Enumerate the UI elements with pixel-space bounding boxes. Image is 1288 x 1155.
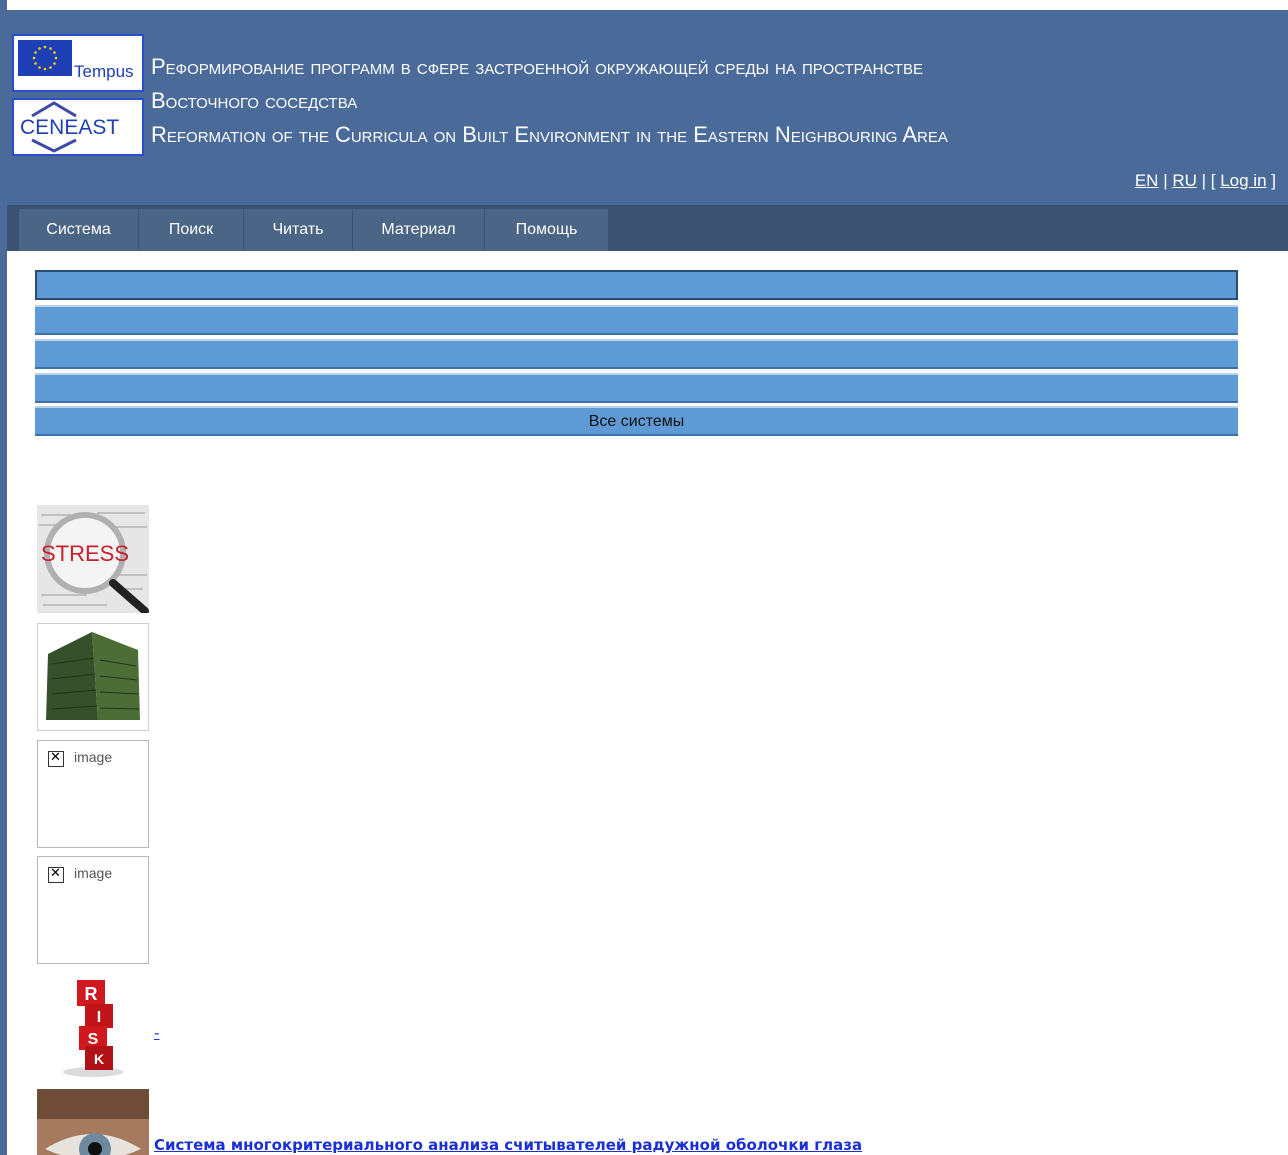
svg-text:R: R: [85, 984, 98, 1004]
lang-ru-link[interactable]: RU: [1172, 171, 1197, 190]
site-header: Tempus CENEAST Реформирование программ в…: [7, 10, 1288, 205]
nav-item-help[interactable]: Помощь: [485, 209, 608, 251]
svg-text:I: I: [97, 1009, 101, 1026]
tempus-label: Tempus: [74, 62, 134, 81]
nav-item-read[interactable]: Читать: [244, 209, 352, 251]
filter-bar-all-systems[interactable]: Все системы: [35, 406, 1238, 436]
broken-image-icon: [48, 750, 64, 767]
nav-item-system[interactable]: Система: [19, 209, 138, 251]
svg-text:STRESS: STRESS: [41, 541, 129, 566]
eye-icon: [37, 1089, 149, 1155]
main-nav: Система Поиск Читать Материал Помощь: [7, 205, 1288, 251]
thumbnail-broken-2[interactable]: image: [37, 856, 149, 964]
thumbnail-stress[interactable]: STRESS: [37, 505, 149, 615]
risk-cubes-icon: R I S K: [37, 972, 149, 1080]
tempus-logo[interactable]: Tempus: [12, 34, 144, 92]
login-bracket-open: | [: [1196, 171, 1221, 190]
thumbnail-risk[interactable]: R I S K: [37, 972, 149, 1080]
broken-image-icon: [48, 866, 64, 883]
site-title-ru-line1: Реформирование программ в сфере застроен…: [151, 54, 923, 79]
filter-bar-2[interactable]: [35, 305, 1238, 335]
login-bracket-close: ]: [1266, 171, 1276, 190]
filter-bar-4[interactable]: [35, 373, 1238, 403]
svg-text:K: K: [94, 1051, 104, 1067]
list-item-link-risk[interactable]: -: [154, 1024, 159, 1042]
list-item-link-iris[interactable]: Система многокритериального анализа счит…: [154, 1136, 862, 1154]
language-bar: EN | RU | [ Log in ]: [1135, 171, 1276, 191]
ceneast-label: CENEAST: [20, 116, 120, 139]
nav-item-search[interactable]: Поиск: [139, 209, 243, 251]
thumbnail-broken-1[interactable]: image: [37, 740, 149, 848]
site-title-ru-line2: Восточного соседства: [151, 88, 358, 113]
lang-en-link[interactable]: EN: [1135, 171, 1159, 190]
eu-flag-icon: [18, 40, 72, 76]
lang-separator: |: [1158, 171, 1173, 190]
nav-item-material[interactable]: Материал: [353, 209, 484, 251]
site-title-en: Reformation of the Curricula on Built En…: [151, 122, 948, 147]
broken-image-alt: image: [74, 865, 113, 881]
thumbnail-eye[interactable]: [37, 1089, 149, 1155]
left-border: [0, 0, 7, 1155]
filter-bar-3[interactable]: [35, 339, 1238, 369]
svg-text:S: S: [88, 1031, 99, 1048]
filter-bar-1[interactable]: [35, 270, 1238, 300]
broken-image-alt: image: [74, 749, 113, 765]
stress-magnifier-icon: STRESS: [37, 505, 149, 615]
ceneast-logo[interactable]: CENEAST: [12, 98, 144, 156]
thumbnail-building[interactable]: [37, 623, 149, 731]
building-icon: [38, 624, 148, 730]
login-link[interactable]: Log in: [1220, 171, 1266, 190]
